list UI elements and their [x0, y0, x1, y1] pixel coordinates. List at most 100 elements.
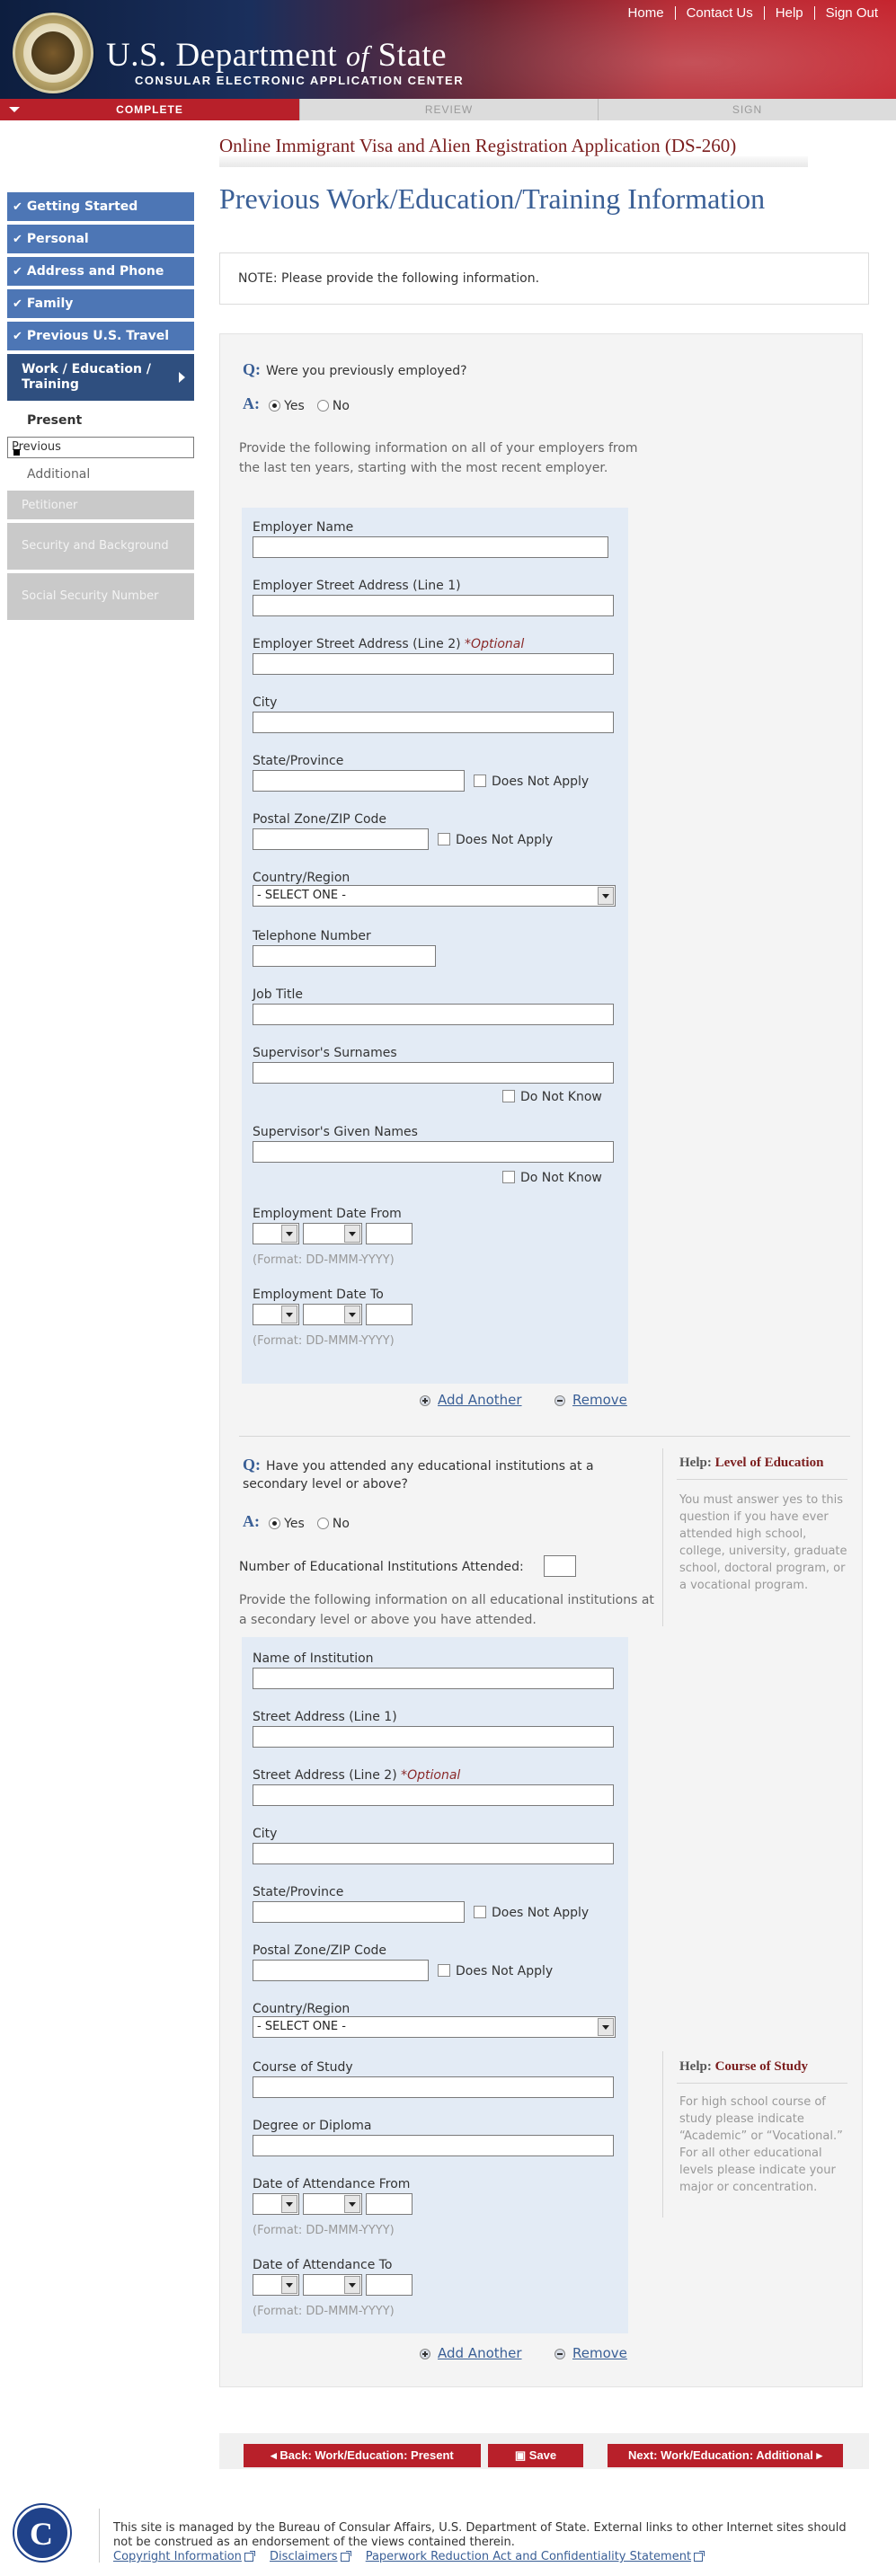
employer-street2-input[interactable]	[253, 653, 614, 675]
edu-zip-does-not-apply-checkbox[interactable]	[438, 1964, 450, 1977]
minus-icon	[554, 1394, 565, 1406]
edu-country-select[interactable]: - SELECT ONE -	[253, 2016, 616, 2038]
help-course-title: Help: Course of Study	[679, 2059, 808, 2074]
employer-street1-input[interactable]	[253, 595, 614, 616]
course-of-study-label: Course of Study	[253, 2060, 353, 2075]
edu-from-month-select[interactable]	[303, 2193, 362, 2215]
edu-to-day-select[interactable]	[253, 2274, 299, 2296]
state-does-not-apply-label: Does Not Apply	[492, 775, 590, 789]
education-yes-radio[interactable]	[269, 1518, 281, 1529]
to-year-input[interactable]	[366, 1304, 413, 1325]
employed-no-radio[interactable]	[316, 400, 329, 412]
employer-city-input[interactable]	[253, 712, 614, 733]
chevron-down-icon	[9, 107, 20, 112]
degree-label: Degree or Diploma	[253, 2119, 372, 2133]
sidebar-item-work-education[interactable]: Work / Education / Training	[7, 354, 194, 401]
contact-us-link[interactable]: Contact Us	[674, 5, 764, 20]
disk-icon: ▣	[514, 2448, 527, 2462]
employer-zip-label: Postal Zone/ZIP Code	[253, 812, 387, 827]
site-header: U.S. Department of State CONSULAR ELECTR…	[0, 0, 896, 99]
back-button[interactable]: ◂ Back: Work/Education: Present	[244, 2444, 481, 2467]
dropdown-arrow-icon	[598, 2018, 614, 2036]
education-instructions: Provide the following information on all…	[239, 1593, 654, 1627]
from-month-select[interactable]	[303, 1223, 362, 1244]
supervisor-given-label: Supervisor's Given Names	[253, 1125, 418, 1139]
checkmark-icon: ✔	[13, 329, 22, 343]
sidebar-item-getting-started[interactable]: ✔ Getting Started	[7, 192, 194, 221]
copyright-link[interactable]: Copyright Information	[113, 2550, 255, 2563]
sidebar-sub-additional[interactable]: Additional	[7, 458, 194, 491]
consular-center-subtitle: CONSULAR ELECTRONIC APPLICATION CENTER	[135, 74, 465, 87]
checkmark-icon: ✔	[13, 264, 22, 279]
edu-state-input[interactable]	[253, 1901, 465, 1923]
edu-city-label: City	[253, 1827, 278, 1841]
supervisor-given-input[interactable]	[253, 1141, 614, 1163]
dropdown-arrow-icon	[281, 2195, 297, 2213]
edu-city-input[interactable]	[253, 1843, 614, 1864]
to-month-select[interactable]	[303, 1304, 362, 1325]
remove-employer-link[interactable]: Remove	[554, 1392, 627, 1408]
education-no-radio[interactable]	[316, 1518, 329, 1529]
employer-state-input[interactable]	[253, 770, 465, 792]
degree-input[interactable]	[253, 2135, 614, 2156]
dropdown-arrow-icon	[281, 1306, 297, 1323]
help-link[interactable]: Help	[763, 5, 814, 20]
employer-form: Employer Name Employer Street Address (L…	[242, 508, 628, 1384]
add-another-institution-link[interactable]: Add Another	[420, 2345, 522, 2361]
sidebar-sub-previous[interactable]: Previous	[7, 437, 194, 458]
add-another-employer-link[interactable]: Add Another	[420, 1392, 522, 1408]
given-do-not-know-checkbox[interactable]	[502, 1171, 515, 1183]
edu-zip-input[interactable]	[253, 1960, 429, 1981]
employer-country-select[interactable]: - SELECT ONE -	[253, 885, 616, 907]
employer-name-input[interactable]	[253, 536, 608, 558]
supervisor-surnames-input[interactable]	[253, 1062, 614, 1084]
surnames-do-not-know-checkbox[interactable]	[502, 1090, 515, 1102]
job-title-input[interactable]	[253, 1004, 614, 1025]
caret-right-icon	[179, 372, 185, 383]
zip-does-not-apply-checkbox[interactable]	[438, 833, 450, 845]
sidebar-item-personal[interactable]: ✔ Personal	[7, 225, 194, 253]
institution-count-input[interactable]	[544, 1555, 576, 1577]
state-does-not-apply-checkbox[interactable]	[474, 775, 486, 787]
edu-street1-input[interactable]	[253, 1726, 614, 1748]
step-complete[interactable]: COMPLETE	[0, 99, 299, 120]
edu-street2-label: Street Address (Line 2) *Optional	[253, 1768, 461, 1783]
edu-street2-input[interactable]	[253, 1784, 614, 1806]
disclaimers-link[interactable]: Disclaimers	[270, 2550, 351, 2563]
sidebar-item-security: Security and Background	[7, 523, 194, 570]
save-button[interactable]: ▣ Save	[488, 2444, 583, 2467]
edu-to-format-hint: (Format: DD-MMM-YYYY)	[253, 2305, 395, 2318]
help-rule	[677, 2083, 847, 2084]
edu-from-year-input[interactable]	[366, 2193, 413, 2215]
sidebar-item-address-phone[interactable]: ✔ Address and Phone	[7, 257, 194, 286]
dropdown-arrow-icon	[344, 1306, 360, 1323]
remove-institution-link[interactable]: Remove	[554, 2345, 627, 2361]
dropdown-arrow-icon	[598, 887, 614, 905]
employed-yes-radio[interactable]	[269, 400, 281, 412]
institution-name-input[interactable]	[253, 1668, 614, 1689]
sidebar-item-previous-travel[interactable]: ✔ Previous U.S. Travel	[7, 322, 194, 350]
course-of-study-input[interactable]	[253, 2076, 614, 2098]
edu-to-month-select[interactable]	[303, 2274, 362, 2296]
paperwork-reduction-link[interactable]: Paperwork Reduction Act and Confidential…	[366, 2550, 705, 2563]
dropdown-arrow-icon	[281, 1225, 297, 1243]
employer-phone-input[interactable]	[253, 945, 436, 967]
to-day-select[interactable]	[253, 1304, 299, 1325]
external-link-icon	[694, 2550, 705, 2562]
from-year-input[interactable]	[366, 1223, 413, 1244]
progress-steps: COMPLETE REVIEW SIGN	[0, 99, 896, 120]
sidebar-sub-present[interactable]: Present	[7, 404, 194, 437]
from-day-select[interactable]	[253, 1223, 299, 1244]
sidebar-item-family[interactable]: ✔ Family	[7, 289, 194, 318]
external-link-icon	[244, 2550, 255, 2562]
dropdown-arrow-icon	[281, 2276, 297, 2294]
edu-to-year-input[interactable]	[366, 2274, 413, 2296]
edu-from-day-select[interactable]	[253, 2193, 299, 2215]
sign-out-link[interactable]: Sign Out	[813, 5, 889, 20]
help-divider	[662, 1448, 663, 1626]
home-link[interactable]: Home	[617, 6, 675, 20]
employer-zip-input[interactable]	[253, 828, 429, 850]
edu-state-does-not-apply-checkbox[interactable]	[474, 1906, 486, 1918]
next-button[interactable]: Next: Work/Education: Additional ▸	[608, 2444, 843, 2467]
help-divider	[662, 2051, 663, 2217]
